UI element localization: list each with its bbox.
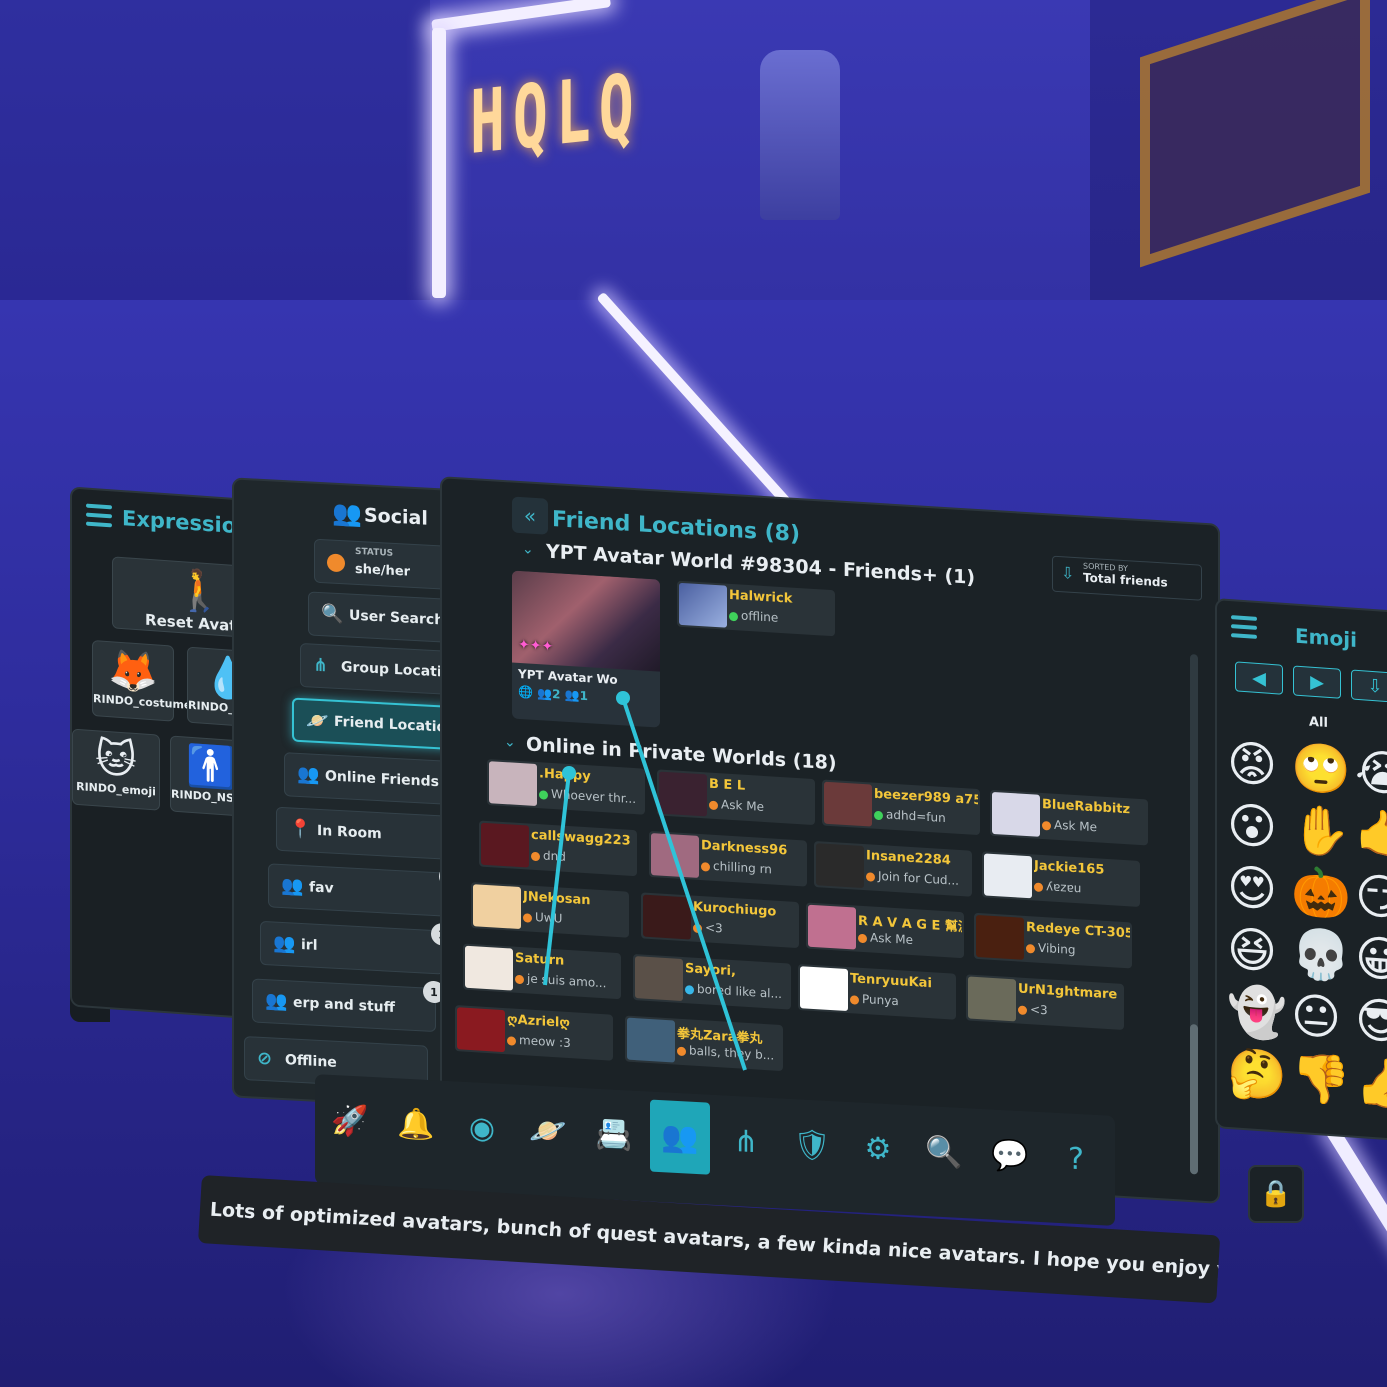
- laser-dot-left: [562, 766, 576, 780]
- laser-line-right: [621, 697, 747, 1071]
- laser-dot-right: [616, 691, 630, 705]
- laser-line-left: [543, 772, 571, 986]
